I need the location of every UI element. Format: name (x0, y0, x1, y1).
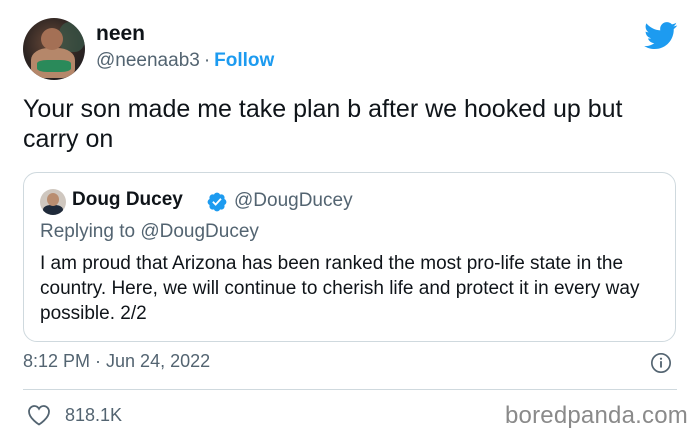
tweet-card: neen @neenaab3 · Follow Your son made me t… (0, 0, 700, 443)
quoted-author-handle: @DougDucey (234, 190, 353, 211)
follow-button[interactable]: Follow (214, 50, 274, 71)
quoted-tweet-text: I am proud that Arizona has been ranked … (40, 253, 640, 324)
author-avatar[interactable] (23, 18, 85, 80)
watermark: boredpanda.com (505, 402, 688, 429)
author-handle[interactable]: @neenaab3 (96, 50, 200, 71)
like-count: 818.1K (65, 404, 123, 425)
tweet-timestamp[interactable]: 8:12 PM · Jun 24, 2022 (23, 351, 210, 372)
author-display-name[interactable]: neen (96, 22, 145, 46)
verified-badge-icon (207, 192, 227, 212)
quoted-author-avatar[interactable] (40, 189, 66, 215)
heart-icon (28, 405, 50, 426)
quoted-tweet[interactable]: Doug Ducey @DougDucey Replying to @DougD… (23, 172, 676, 342)
quoted-author-display-name: Doug Ducey (72, 189, 183, 210)
separator-dot: · (203, 50, 211, 71)
author-handle-line: @neenaab3 · Follow (96, 50, 274, 72)
replying-to: Replying to @DougDucey (40, 221, 259, 242)
tweet-text: Your son made me take plan b after we ho… (23, 95, 623, 153)
info-icon[interactable] (650, 352, 672, 374)
twitter-bird-icon[interactable] (644, 22, 678, 50)
like-button[interactable]: 818.1K (27, 404, 122, 426)
divider (23, 389, 677, 390)
